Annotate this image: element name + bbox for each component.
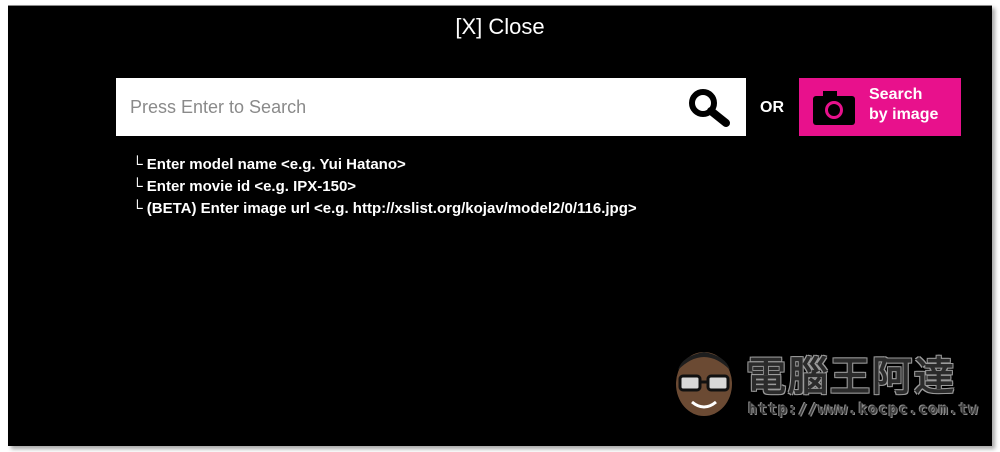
mascot-face-icon — [676, 352, 732, 416]
watermark-url: http://www.kocpc.com.tw — [748, 400, 979, 418]
search-by-image-line2: by image — [869, 106, 939, 123]
camera-icon — [813, 91, 855, 125]
hint-movie-id: └ Enter movie id <e.g. IPX-150> — [132, 178, 357, 195]
search-button[interactable] — [684, 85, 736, 129]
hint-model-name: └ Enter model name <e.g. Yui Hatano> — [132, 156, 406, 173]
or-divider: OR — [760, 99, 784, 116]
magnifier-icon — [689, 89, 730, 127]
search-overlay: [X] Close OR Search by image └ Enter mod… — [8, 5, 992, 446]
hint-image-url: └ (BETA) Enter image url <e.g. http://xs… — [132, 200, 637, 217]
search-by-image-line1: Search — [869, 86, 923, 103]
watermark-title: 電腦王阿達 — [746, 354, 956, 400]
search-by-image-button[interactable]: Search by image — [799, 78, 961, 136]
search-by-image-label: Search by image — [869, 85, 938, 125]
search-box — [116, 78, 746, 136]
watermark: 電腦王阿達 http://www.kocpc.com.tw — [666, 338, 986, 428]
close-button[interactable]: [X] Close — [8, 14, 992, 40]
search-hints: └ Enter model name <e.g. Yui Hatano> └ E… — [132, 154, 637, 220]
search-input[interactable] — [116, 78, 676, 136]
